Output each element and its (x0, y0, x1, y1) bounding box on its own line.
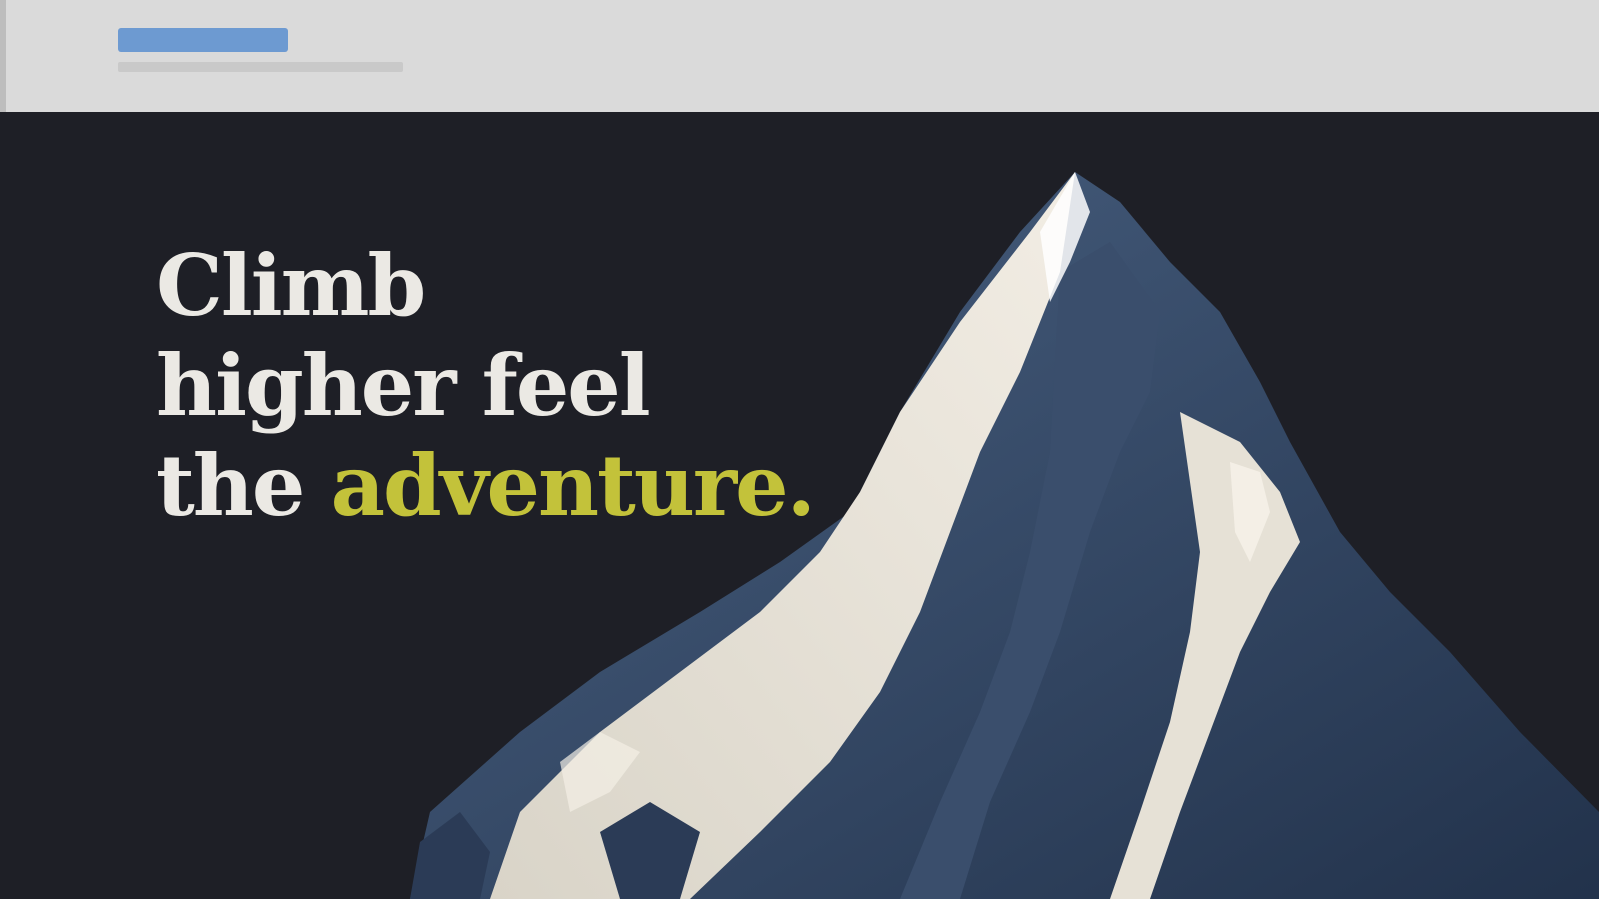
headline-line-3-prefix: the (156, 436, 331, 535)
site-logo[interactable] (118, 28, 288, 52)
site-header (0, 0, 1599, 112)
site-tagline (118, 62, 403, 72)
headline-line-3: the adventure. (156, 436, 816, 536)
headline-accent-word: adventure. (330, 436, 816, 535)
headline-line-1: Climb (156, 236, 426, 335)
page: Climb higher feel the adventure. (0, 0, 1599, 899)
headline-line-2: higher feel (156, 336, 651, 435)
hero-section: Climb higher feel the adventure. (0, 112, 1599, 899)
hero-headline: Climb higher feel the adventure. (156, 236, 816, 536)
